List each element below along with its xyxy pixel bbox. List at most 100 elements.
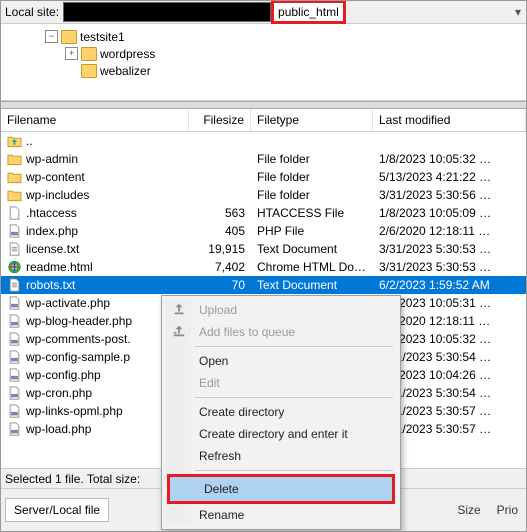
file-modified: 1/8/2023 10:05:09 …: [373, 204, 526, 222]
col-size: Size: [449, 499, 488, 521]
html-icon: [7, 260, 22, 274]
file-name: wp-admin: [26, 150, 78, 168]
up-icon: [7, 134, 22, 148]
file-name: wp-content: [26, 168, 85, 186]
php-icon: [7, 350, 22, 364]
tree-label: testsite1: [80, 29, 125, 45]
tree-label: webalizer: [100, 63, 151, 79]
tree-label: wordpress: [100, 46, 155, 62]
file-row[interactable]: license.txt 19,915Text Document3/31/2023 …: [1, 240, 526, 258]
file-name: index.php: [26, 222, 78, 240]
tree-toggle-icon[interactable]: −: [45, 30, 58, 43]
file-modified: 6/2/2023 1:59:52 AM: [373, 276, 526, 294]
menu-item-label: Refresh: [199, 449, 241, 463]
tree-node[interactable]: webalizer: [65, 62, 526, 79]
col-priority: Prio: [489, 499, 526, 521]
folder-icon: [81, 64, 97, 78]
file-name: wp-cron.php: [26, 384, 92, 402]
menu-item-rename[interactable]: Rename: [165, 504, 397, 526]
file-type: Text Document: [251, 240, 373, 258]
folder-icon: [7, 152, 22, 166]
menu-item-upload: Upload: [165, 299, 397, 321]
php-icon: [7, 224, 22, 238]
file-name: ..: [26, 132, 33, 150]
file-modified: 3/31/2023 5:30:53 …: [373, 258, 526, 276]
file-name: wp-blog-header.php: [26, 312, 132, 330]
menu-item-label: Upload: [199, 303, 237, 317]
splitter[interactable]: [1, 101, 526, 109]
file-name: wp-config-sample.p: [26, 348, 130, 366]
upload-icon: [171, 302, 187, 319]
file-type: File folder: [251, 150, 373, 168]
file-size: 563: [189, 204, 251, 222]
file-modified: 3/31/2023 5:30:53 …: [373, 240, 526, 258]
file-list-header[interactable]: Filename Filesize Filetype Last modified: [1, 109, 526, 132]
php-icon: [7, 386, 22, 400]
file-row[interactable]: index.php 405PHP File2/6/2020 12:18:11 …: [1, 222, 526, 240]
location-dropdown-icon[interactable]: ▾: [510, 5, 526, 19]
file-row[interactable]: wp-includes File folder3/31/2023 5:30:56 …: [1, 186, 526, 204]
menu-item-refresh[interactable]: Refresh: [165, 445, 397, 467]
location-path-highlight[interactable]: public_html: [271, 0, 346, 24]
menu-item-create-directory[interactable]: Create directory: [165, 401, 397, 423]
php-icon: [7, 296, 22, 310]
location-redacted: [63, 2, 271, 22]
file-name: wp-comments-post.: [26, 330, 131, 348]
file-row[interactable]: wp-contentFile folder5/13/2023 4:21:22 …: [1, 168, 526, 186]
file-type: Text Document: [251, 276, 373, 294]
menu-item-add-files-to-queue: Add files to queue: [165, 321, 397, 343]
txt-icon: [7, 278, 22, 292]
php-icon: [7, 314, 22, 328]
php-icon: [7, 368, 22, 382]
folder-icon: [61, 30, 77, 44]
file-size: 19,915: [189, 240, 251, 258]
col-filesize[interactable]: Filesize: [189, 109, 251, 131]
menu-item-label: Rename: [199, 508, 244, 522]
file-modified: 1/8/2023 10:05:32 …: [373, 150, 526, 168]
col-last-modified[interactable]: Last modified: [373, 109, 526, 131]
menu-item-create-directory-and-enter-it[interactable]: Create directory and enter it: [165, 423, 397, 445]
file-name: .htaccess: [26, 204, 77, 222]
col-filetype[interactable]: Filetype: [251, 109, 373, 131]
tab-server-local[interactable]: Server/Local file: [5, 498, 109, 522]
menu-item-label: Delete: [204, 482, 239, 496]
file-row[interactable]: wp-admin File folder1/8/2023 10:05:32 …: [1, 150, 526, 168]
file-type: PHP File: [251, 222, 373, 240]
php-icon: [7, 404, 22, 418]
tree-node[interactable]: − testsite1: [45, 28, 526, 45]
menu-item-label: Edit: [199, 376, 220, 390]
location-label: Local site:: [1, 5, 63, 19]
file-name: license.txt: [26, 240, 79, 258]
file-size: 7,402: [189, 258, 251, 276]
file-type: File folder: [251, 186, 373, 204]
file-name: readme.html: [26, 258, 93, 276]
file-name: wp-activate.php: [26, 294, 110, 312]
menu-item-delete[interactable]: Delete: [167, 474, 395, 504]
folder-tree[interactable]: − testsite1 + wordpress webalizer: [1, 24, 526, 101]
php-icon: [7, 332, 22, 346]
menu-item-label: Create directory: [199, 405, 284, 419]
file-name: wp-links-opml.php: [26, 402, 123, 420]
file-name: wp-load.php: [26, 420, 91, 438]
location-bar: Local site: public_html ▾: [1, 1, 526, 24]
file-type: Chrome HTML Do…: [251, 258, 373, 276]
file-row[interactable]: robots.txt70Text Document6/2/2023 1:59:5…: [1, 276, 526, 294]
txt-icon: [7, 242, 22, 256]
col-filename[interactable]: Filename: [1, 109, 189, 131]
menu-item-open[interactable]: Open: [165, 350, 397, 372]
file-name: wp-includes: [26, 186, 89, 204]
status-text: Selected 1 file. Total size:: [5, 472, 140, 486]
file-type: File folder: [251, 168, 373, 186]
tree-node[interactable]: + wordpress: [65, 45, 526, 62]
file-row[interactable]: ..: [1, 132, 526, 150]
file-row[interactable]: .htaccess563HTACCESS File1/8/2023 10:05:…: [1, 204, 526, 222]
folder-icon: [7, 170, 22, 184]
context-menu: Upload Add files to queue Open Edit Create d…: [161, 295, 401, 530]
file-size: 405: [189, 222, 251, 240]
menu-item-label: Open: [199, 354, 228, 368]
file-modified: 2/6/2020 12:18:11 …: [373, 222, 526, 240]
tree-toggle-icon[interactable]: +: [65, 47, 78, 60]
file-modified: 3/31/2023 5:30:56 …: [373, 186, 526, 204]
file-row[interactable]: readme.html 7,402Chrome HTML Do…3/31/2023…: [1, 258, 526, 276]
file-name: wp-config.php: [26, 366, 101, 384]
